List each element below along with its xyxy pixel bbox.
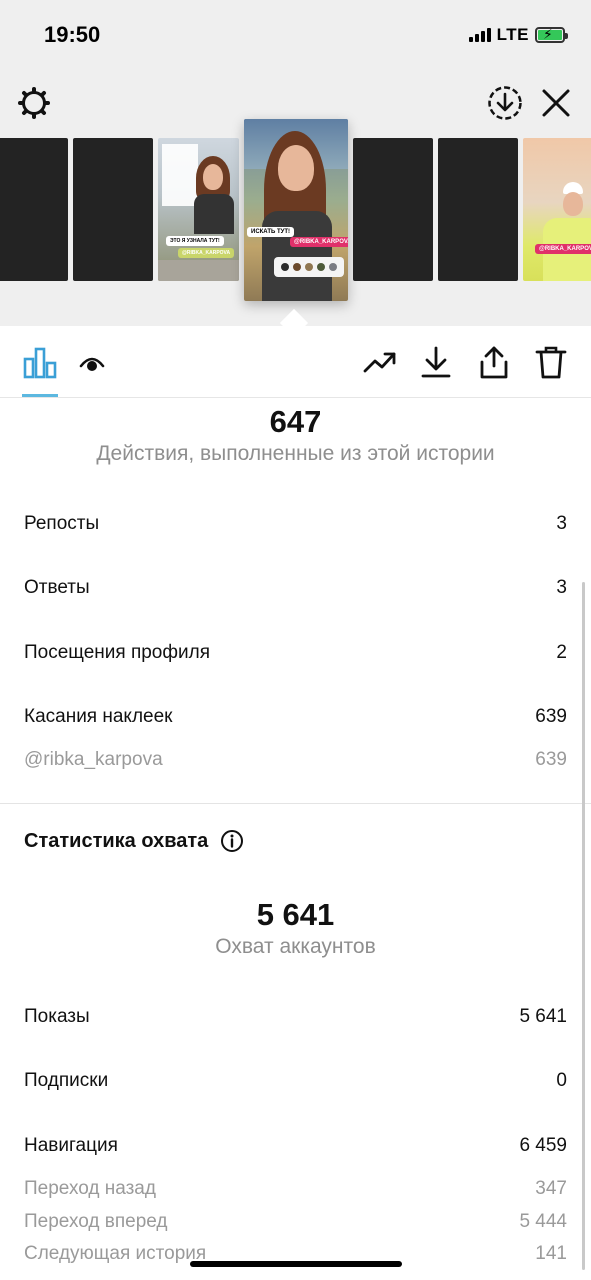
metric-label: Переход вперед [24, 1211, 168, 1232]
reach-caption: Охват аккаунтов [215, 935, 376, 958]
metric-label: Следующая история [24, 1243, 207, 1264]
section-title-text: Статистика охвата [24, 829, 209, 852]
mention-sticker: @RIBKA_KARPOVA [290, 237, 348, 247]
story-thumbnail[interactable] [73, 138, 153, 281]
interactions-caption: Действия, выполненные из этой истории [96, 442, 495, 465]
story-thumbnail[interactable] [353, 138, 433, 281]
story-viewer-header: 19:50 LTE ⚡ ЭТО Я УЗНАЛА ТУТ! @RIBKA_KAR… [0, 0, 591, 326]
network-type: LTE [496, 25, 529, 44]
metric-value: 5 444 [519, 1211, 567, 1232]
metric-row-sticker-taps: Касания наклеек 639 [24, 702, 567, 732]
active-tab-indicator [22, 394, 58, 397]
interactions-total: 647 [269, 404, 322, 439]
download-icon[interactable] [418, 344, 454, 380]
story-thumbnail[interactable]: ЭТО Я УЗНАЛА ТУТ! @RIBKA_KARPOVA [158, 138, 239, 281]
insights-content[interactable]: 647 Действия, выполненные из этой истори… [0, 398, 591, 1280]
metric-row-reposts: Репосты 3 [24, 509, 567, 539]
metric-value: 6 459 [519, 1135, 567, 1156]
story-thumbnail[interactable]: @RIBKA_KARPOVA [523, 138, 591, 281]
reach-total: 5 641 [256, 897, 335, 932]
mention-sticker: @RIBKA_KARPOVA [178, 248, 235, 258]
promote-trend-icon[interactable] [362, 344, 398, 380]
share-icon[interactable] [476, 344, 512, 380]
mention-sticker: @RIBKA_KARPOVA [535, 244, 591, 254]
metric-value: 5 641 [519, 1006, 567, 1027]
metric-label: Навигация [24, 1135, 118, 1156]
metric-label: Переход назад [24, 1178, 156, 1199]
status-bar: 19:50 LTE ⚡ [0, 0, 591, 70]
status-time: 19:50 [44, 22, 101, 47]
metric-label: Касания наклеек [24, 706, 173, 727]
home-indicator[interactable] [190, 1261, 402, 1267]
metric-value: 347 [535, 1178, 567, 1199]
active-story-thumbnail[interactable]: ИСКАТЬ ТУТ! @RIBKA_KARPOVA [244, 119, 348, 301]
scrollbar[interactable] [582, 582, 585, 1270]
metric-value: 0 [556, 1070, 567, 1091]
metric-value: 3 [556, 577, 567, 598]
metric-value: 639 [535, 749, 567, 770]
status-indicators: LTE ⚡ [468, 25, 568, 45]
viewers-eye-icon[interactable] [78, 350, 106, 378]
metric-value: 2 [556, 642, 567, 663]
info-icon[interactable] [220, 829, 244, 853]
metric-value: 141 [535, 1243, 567, 1264]
metric-subrow-forward: Переход вперед 5 444 [24, 1207, 567, 1237]
close-icon[interactable] [538, 85, 574, 121]
settings-gear-icon[interactable] [16, 85, 52, 121]
metric-row-replies: Ответы 3 [24, 573, 567, 603]
metric-subrow-mention: @ribka_karpova 639 [24, 745, 567, 775]
metric-row-profile-visits: Посещения профиля 2 [24, 638, 567, 668]
metric-value: 3 [556, 513, 567, 534]
story-caption: ЭТО Я УЗНАЛА ТУТ! [166, 236, 224, 246]
insights-bar-chart-icon[interactable] [22, 344, 58, 380]
insights-tab-bar [0, 326, 591, 398]
product-sticker [274, 257, 344, 277]
metric-label: @ribka_karpova [24, 749, 163, 770]
story-strip: ЭТО Я УЗНАЛА ТУТ! @RIBKA_KARPOVA ИСКАТЬ … [0, 118, 591, 308]
metric-row-navigation: Навигация 6 459 [24, 1131, 567, 1161]
metric-label: Подписки [24, 1070, 109, 1091]
story-thumbnail[interactable] [438, 138, 518, 281]
metric-label: Показы [24, 1006, 90, 1027]
metric-row-impressions: Показы 5 641 [24, 1002, 567, 1032]
metric-label: Посещения профиля [24, 642, 210, 663]
metric-value: 639 [535, 706, 567, 727]
metric-label: Репосты [24, 513, 100, 534]
reach-section-title: Статистика охвата [24, 829, 244, 853]
metric-subrow-back: Переход назад 347 [24, 1174, 567, 1204]
section-divider [0, 803, 591, 804]
cellular-signal-icon [468, 28, 491, 42]
story-caption: ИСКАТЬ ТУТ! [247, 227, 295, 237]
metric-row-follows: Подписки 0 [24, 1066, 567, 1096]
metric-label: Ответы [24, 577, 90, 598]
download-circle-icon[interactable] [486, 84, 524, 122]
story-thumbnail[interactable] [0, 138, 68, 281]
battery-icon: ⚡ [535, 26, 568, 43]
delete-trash-icon[interactable] [533, 344, 569, 380]
